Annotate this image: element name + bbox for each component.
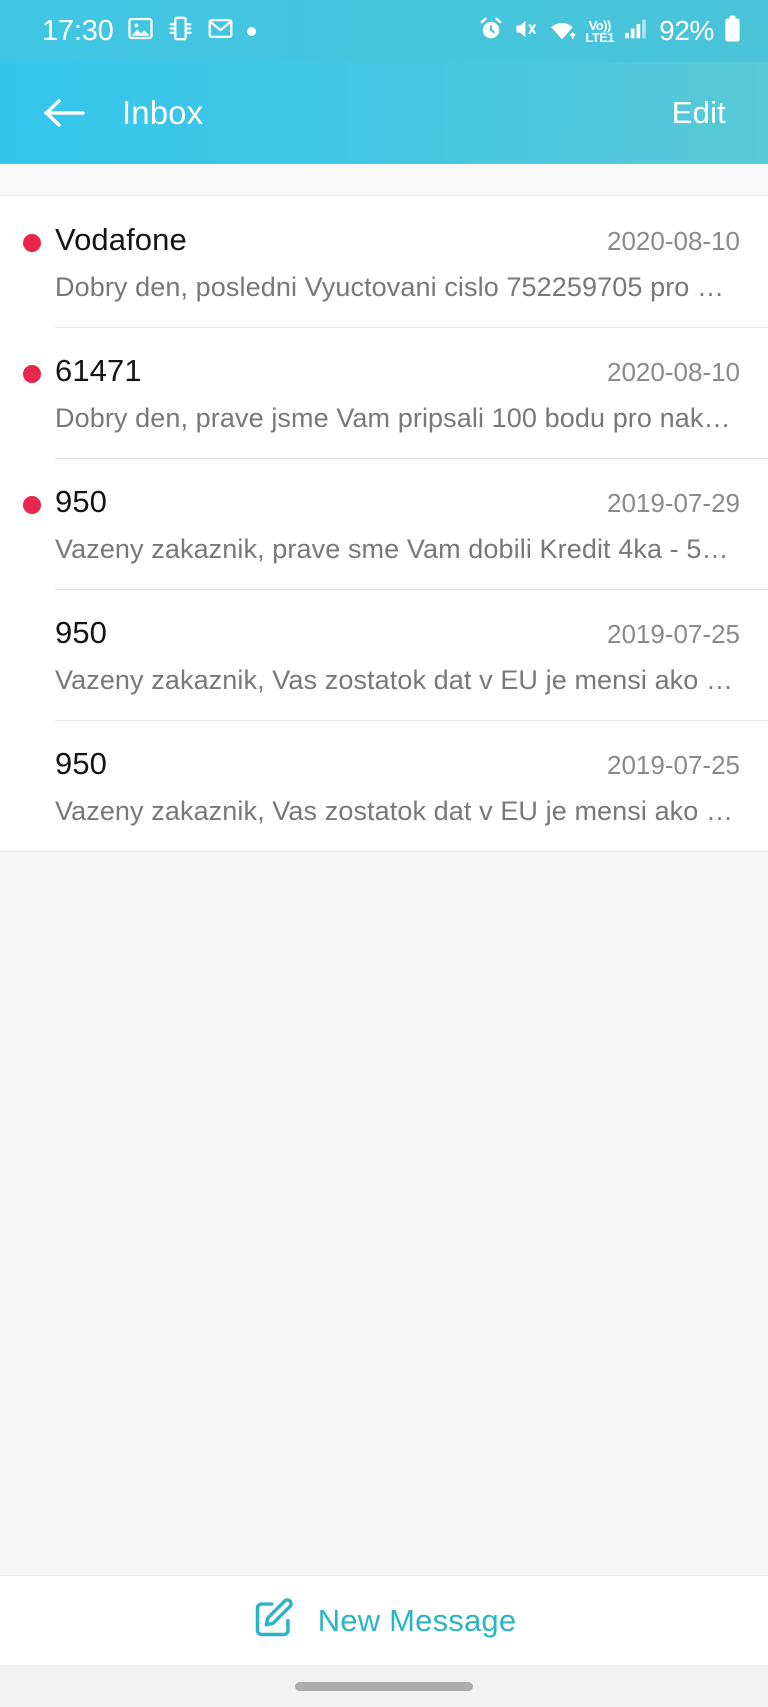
wifi-icon [548, 16, 576, 47]
volte-line2: LTE1 [585, 29, 615, 45]
message-sender: 950 [55, 615, 108, 650]
message-preview: Dobry den, prave jsme Vam pripsali 100 b… [55, 403, 731, 433]
message-date: 2019-07-25 [607, 750, 740, 780]
message-preview: Vazeny zakaznik, Vas zostatok dat v EU j… [55, 796, 734, 826]
battery-percent-label: 92% [659, 15, 714, 46]
message-row-header: 950 2019-07-25 [55, 615, 740, 651]
unread-dot-icon [23, 234, 41, 252]
screen-mirror-icon [167, 15, 194, 47]
signal-bars-icon [623, 16, 650, 47]
message-sender: Vodafone [55, 222, 187, 257]
arrow-left-icon [44, 99, 85, 127]
message-preview: Dobry den, posledni Vyuctovani cislo 752… [55, 272, 725, 302]
list-top-spacer [0, 164, 768, 196]
message-sender: 950 [55, 746, 108, 781]
back-button[interactable] [36, 85, 92, 141]
message-row-header: 950 2019-07-29 [55, 484, 740, 520]
page-title: Inbox [122, 94, 204, 131]
message-sender: 61471 [55, 353, 142, 388]
message-row[interactable]: Vodafone 2020-08-10 Dobry den, posledni Vy… [0, 196, 768, 327]
status-bar-clock: 17:30 [42, 14, 114, 47]
message-list[interactable]: Vodafone 2020-08-10 Dobry den, posledni Vy… [0, 196, 768, 852]
new-message-button[interactable]: New Message [0, 1575, 768, 1665]
dot-icon [246, 26, 256, 36]
message-date: 2020-08-10 [607, 357, 740, 387]
volte-icon: Vo)) LTE1 [585, 19, 614, 44]
phone-screen: 17:30 Vo)) LTE1 92% Inbox Edit Vodafone … [0, 0, 768, 1707]
image-icon [127, 15, 154, 47]
gmail-icon [207, 15, 234, 47]
status-bar: 17:30 Vo)) LTE1 92% [0, 0, 768, 62]
unread-dot-icon [23, 365, 41, 383]
empty-list-area [0, 852, 768, 1575]
message-row-header: 61471 2020-08-10 [55, 353, 740, 389]
message-date: 2020-08-10 [607, 226, 740, 256]
content-area: Vodafone 2020-08-10 Dobry den, posledni Vy… [0, 164, 768, 1575]
message-row[interactable]: 950 2019-07-29 Vazeny zakaznik, prave sme … [0, 458, 768, 589]
message-row-header: 950 2019-07-25 [55, 746, 740, 782]
home-indicator-pill[interactable] [295, 1681, 473, 1691]
message-row[interactable]: 950 2019-07-25 Vazeny zakaznik, Vas zostat… [0, 589, 768, 720]
edit-button[interactable]: Edit [660, 87, 738, 139]
compose-pencil-icon [252, 1596, 296, 1645]
mute-vibrate-icon [513, 16, 539, 47]
alarm-icon [478, 16, 504, 47]
message-preview: Vazeny zakaznik, Vas zostatok dat v EU j… [55, 665, 734, 695]
message-row[interactable]: 61471 2020-08-10 Dobry den, prave jsme Vam… [0, 327, 768, 458]
message-date: 2019-07-29 [607, 488, 740, 518]
status-bar-right: Vo)) LTE1 92% [478, 15, 742, 48]
unread-dot-icon [23, 496, 41, 514]
new-message-label: New Message [317, 1602, 517, 1638]
message-date: 2019-07-25 [607, 619, 740, 649]
status-bar-left: 17:30 [42, 15, 256, 47]
message-preview: Vazeny zakaznik, prave sme Vam dobili Kr… [55, 534, 729, 564]
battery-icon [723, 15, 742, 48]
message-row[interactable]: 950 2019-07-25 Vazeny zakaznik, Vas zostat… [0, 720, 768, 851]
system-navigation-bar [0, 1665, 768, 1707]
message-row-header: Vodafone 2020-08-10 [55, 222, 740, 258]
message-sender: 950 [55, 484, 108, 519]
app-bar: Inbox Edit [0, 62, 768, 164]
